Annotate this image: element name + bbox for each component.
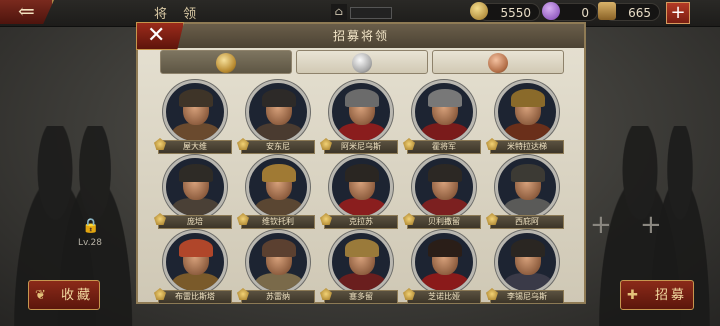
recruit-icon: ✚ [627,288,641,303]
general-name: 米特拉达梯 [490,140,564,154]
tab-silver[interactable] [296,50,428,74]
silver-medal-icon [352,53,372,73]
tier-tabs [160,50,564,74]
recruit-label: 招募 [655,288,688,303]
add-slot-icon[interactable]: + [640,210,662,240]
general-portrait [412,155,476,219]
general-portrait [329,155,393,219]
general-name: 苏雷纳 [241,290,315,304]
dialog-title: 招募将领 [332,29,389,43]
general-card[interactable]: 李锡尼乌斯 [486,230,564,308]
general-card[interactable]: 屋大维 [154,80,232,158]
general-card[interactable]: 西庇阿 [486,155,564,233]
general-name: 霍将军 [407,140,481,154]
general-card[interactable]: 芝诺比娅 [403,230,481,308]
lock-level-label: Lv.28 [78,238,102,248]
temple-progress [350,7,392,19]
bronze-medal-icon [488,53,508,73]
general-name: 西庇阿 [490,215,564,229]
general-name: 屋大维 [158,140,232,154]
general-card[interactable]: 布雷比斯塔 [154,230,232,308]
page-title: 将 领 [154,7,203,22]
collection-button[interactable]: ❦ 收藏 [28,280,100,310]
recruit-scroll-icon [598,2,616,20]
general-card[interactable]: 克拉苏 [320,155,398,233]
laurel-icon: ❦ [35,288,49,303]
dialog-header: 招募将领 [138,24,584,48]
recruit-button[interactable]: ✚ 招募 [620,280,694,310]
general-card[interactable]: 安东尼 [237,80,315,158]
add-resource-button[interactable]: + [666,2,690,24]
gold-medal-icon [216,53,236,73]
general-portrait [412,230,476,294]
lock-icon: 🔒 [82,218,100,234]
general-portrait [495,80,559,144]
tab-gold[interactable] [160,50,292,74]
general-portrait [246,155,310,219]
general-card[interactable]: 维钦托利 [237,155,315,233]
tab-bronze[interactable] [432,50,564,74]
general-portrait [329,80,393,144]
general-name: 克拉苏 [324,215,398,229]
general-portrait [163,80,227,144]
general-name: 塞多留 [324,290,398,304]
add-slot-icon[interactable]: + [590,210,612,240]
general-card[interactable]: 塞多留 [320,230,398,308]
general-name: 布雷比斯塔 [158,290,232,304]
general-portrait [163,155,227,219]
general-card[interactable]: 霍将军 [403,80,481,158]
general-name: 阿米尼乌斯 [324,140,398,154]
close-button[interactable]: ✕ [136,22,184,50]
general-portrait [246,230,310,294]
general-portrait [163,230,227,294]
general-card[interactable]: 米特拉达梯 [486,80,564,158]
general-name: 李锡尼乌斯 [490,290,564,304]
collection-label: 收藏 [61,288,94,303]
general-name: 贝利撒留 [407,215,481,229]
general-portrait [412,80,476,144]
recruit-dialog: 招募将领 ✕ 屋大维 安东尼 阿米尼乌斯 霍将军 米特拉达梯庞培 维钦托利 克拉苏 贝利撒留西… [136,22,586,304]
general-name: 芝诺比娅 [407,290,481,304]
general-name: 庞培 [158,215,232,229]
general-name: 维钦托利 [241,215,315,229]
back-button[interactable]: ⇐ [0,0,54,24]
temple-icon: ⌂ [331,4,347,20]
general-portrait [495,230,559,294]
general-name: 安东尼 [241,140,315,154]
purple-gem-icon [542,2,560,20]
gold-coin-icon [470,2,488,20]
general-card[interactable]: 阿米尼乌斯 [320,80,398,158]
general-portrait [329,230,393,294]
general-card[interactable]: 贝利撒留 [403,155,481,233]
general-card[interactable]: 庞培 [154,155,232,233]
general-portrait [246,80,310,144]
general-portrait [495,155,559,219]
general-card[interactable]: 苏雷纳 [237,230,315,308]
